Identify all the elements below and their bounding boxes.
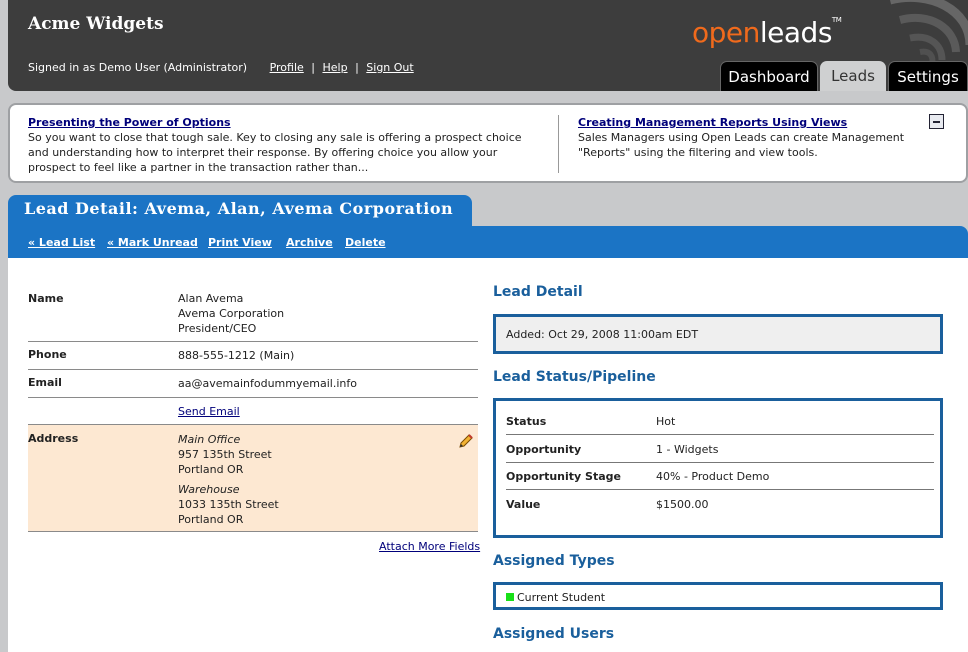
phone-row: Phone 888-555-1212 (Main) <box>28 348 478 370</box>
assigned-type-item: Current Student <box>506 591 605 604</box>
assigned-users-heading: Assigned Users <box>493 626 615 642</box>
addr2-type: Warehouse <box>178 483 240 496</box>
help-link[interactable]: Help <box>322 61 347 74</box>
addr2-street: 1033 135th Street <box>178 498 279 511</box>
signed-in-text: Signed in as Demo User (Administrator) <box>28 61 248 74</box>
addr1-city: Portland OR <box>178 463 244 476</box>
address-value: Main Office 957 135th Street Portland OR… <box>178 432 279 527</box>
contact-position: President/CEO <box>178 322 257 335</box>
lead-content: Name Alan Avema Avema Corporation Presid… <box>8 258 968 652</box>
value-key: Value <box>506 498 541 511</box>
tip-right: Creating Management Reports Using Views … <box>578 115 908 160</box>
send-email-link[interactable]: Send Email <box>178 404 240 419</box>
opportunity-stage-value: 40% - Product Demo <box>656 470 770 483</box>
phone-label: Phone <box>28 348 67 361</box>
delete-link[interactable]: Delete <box>345 236 386 249</box>
assigned-type-label: Current Student <box>517 591 606 604</box>
openleads-logo: openleadsTM <box>692 16 842 49</box>
separator: | <box>355 61 359 74</box>
mark-unread-link[interactable]: « Mark Unread <box>107 236 198 249</box>
assigned-types-box: Current Student <box>493 582 943 610</box>
contact-company: Avema Corporation <box>178 307 285 320</box>
status-row: Status Hot <box>506 407 934 435</box>
email-row: Email aa@avemainfodummyemail.info <box>28 376 478 398</box>
sign-out-link[interactable]: Sign Out <box>366 61 413 74</box>
assigned-types-heading: Assigned Types <box>493 553 615 569</box>
tab-dashboard[interactable]: Dashboard <box>720 61 818 91</box>
logo-tm: TM <box>831 16 842 24</box>
tips-panel: Presenting the Power of Options So you w… <box>8 103 968 183</box>
print-view-link[interactable]: Print View <box>208 236 272 249</box>
added-date: Added: Oct 29, 2008 11:00am EDT <box>506 328 699 341</box>
contact-name: Alan Avema <box>178 292 244 305</box>
tip-left: Presenting the Power of Options So you w… <box>28 115 538 175</box>
app-header: Acme Widgets Signed in as Demo User (Adm… <box>8 0 968 91</box>
email-value: aa@avemainfodummyemail.info <box>178 377 357 390</box>
opportunity-value: 1 - Widgets <box>656 443 719 456</box>
value-value: $1500.00 <box>656 498 709 511</box>
status-key: Status <box>506 415 547 428</box>
phone-value: 888-555-1212 (Main) <box>178 349 295 362</box>
addr1-type: Main Office <box>178 433 241 446</box>
logo-open: open <box>692 16 760 49</box>
tab-settings[interactable]: Settings <box>888 61 968 91</box>
send-email-row: Send Email <box>28 398 478 425</box>
lead-status-heading: Lead Status/Pipeline <box>493 369 656 385</box>
archive-link[interactable]: Archive <box>286 236 333 249</box>
addr1-street: 957 135th Street <box>178 448 272 461</box>
email-label: Email <box>28 376 62 389</box>
lead-list-link[interactable]: « Lead List <box>28 236 95 249</box>
name-row: Name Alan Avema Avema Corporation Presid… <box>28 291 478 342</box>
addr2-city: Portland OR <box>178 513 244 526</box>
tip-right-title[interactable]: Creating Management Reports Using Views <box>578 115 908 130</box>
opportunity-stage-key: Opportunity Stage <box>506 470 621 483</box>
user-bar: Signed in as Demo User (Administrator) P… <box>28 61 416 74</box>
tab-leads[interactable]: Leads <box>820 61 886 91</box>
tip-right-text: Sales Managers using Open Leads can crea… <box>578 131 905 159</box>
name-value: Alan Avema Avema Corporation President/C… <box>178 291 284 336</box>
logo-leads: leads <box>759 16 833 49</box>
attach-more-fields-link[interactable]: Attach More Fields <box>379 540 480 553</box>
tip-left-text: So you want to close that tough sale. Ke… <box>28 131 522 174</box>
lead-status-box: Status Hot Opportunity 1 - Widgets Oppor… <box>493 398 943 538</box>
collapse-icon[interactable] <box>929 114 944 129</box>
action-bar: « Lead List « Mark Unread Print View Arc… <box>8 226 968 258</box>
value-row: Value $1500.00 <box>506 490 934 518</box>
opportunity-stage-row: Opportunity Stage 40% - Product Demo <box>506 462 934 490</box>
address-label: Address <box>28 432 79 445</box>
opportunity-key: Opportunity <box>506 443 582 456</box>
profile-link[interactable]: Profile <box>270 61 304 74</box>
company-name: Acme Widgets <box>28 14 164 34</box>
page-title: Lead Detail: Avema, Alan, Avema Corporat… <box>8 195 472 227</box>
tip-divider <box>558 115 559 173</box>
name-label: Name <box>28 292 64 305</box>
edit-pencil-icon[interactable] <box>458 433 474 449</box>
address-row: Address Main Office 957 135th Street Por… <box>28 425 478 532</box>
tip-left-title[interactable]: Presenting the Power of Options <box>28 115 538 130</box>
status-value: Hot <box>656 415 676 428</box>
separator: | <box>311 61 315 74</box>
type-color-swatch-icon <box>506 593 514 601</box>
lead-detail-box: Added: Oct 29, 2008 11:00am EDT <box>493 314 943 354</box>
lead-detail-heading: Lead Detail <box>493 284 583 300</box>
opportunity-row: Opportunity 1 - Widgets <box>506 435 934 463</box>
